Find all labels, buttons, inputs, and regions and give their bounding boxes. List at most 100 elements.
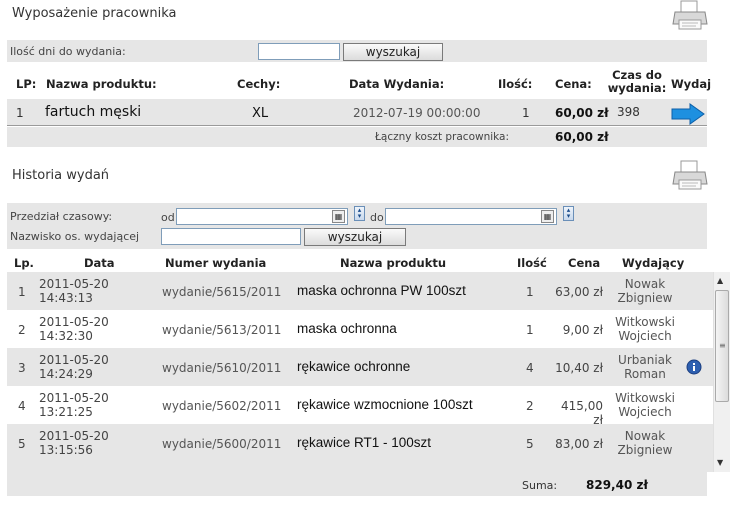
cell-lp: 3 (18, 361, 26, 375)
cell-lp: 5 (18, 437, 26, 451)
calendar-icon[interactable]: ▦ (332, 210, 345, 223)
col-issue-number: Numer wydania (165, 256, 267, 270)
col-product-name: Nazwa produktu (340, 256, 447, 270)
printer-icon[interactable] (672, 160, 708, 190)
col-quantity: Ilość (517, 256, 547, 270)
section-title-equipment: Wyposażenie pracownika (12, 6, 177, 21)
arrow-right-icon[interactable] (671, 103, 705, 125)
issuer-label: Nazwisko os. wydającej (10, 230, 140, 243)
cell-product-name: maska ochronna PW 100szt (297, 283, 466, 298)
to-label: do (370, 211, 384, 224)
cell-issuer-name: Zbigniew (617, 291, 673, 305)
cell-product-name: rękawice RT1 - 100szt (297, 435, 432, 450)
cell-issuer-name: Wojciech (618, 405, 672, 419)
calendar-icon[interactable]: ▦ (541, 210, 554, 223)
cell-quantity: 2 (526, 399, 534, 413)
cell-quantity: 1 (526, 285, 534, 299)
cell-quantity: 1 (522, 106, 530, 120)
cell-product-name: rękawice ochronne (297, 359, 411, 374)
cell-issuer-surname: Witkowski (615, 315, 675, 329)
col-issue: Wydaj (671, 77, 712, 91)
table-row: 1 2011-05-20 14:43:13 wydanie/5615/2011 mask… (7, 272, 713, 310)
cell-date: 2011-05-20 (39, 353, 109, 367)
days-input[interactable] (258, 43, 340, 60)
search-button-equipment[interactable]: wyszukaj (343, 43, 443, 61)
cell-date: 2011-05-20 (39, 315, 109, 329)
table-row: 2 2011-05-20 14:32:30 wydanie/5613/2011 mask… (7, 310, 713, 348)
cell-issuer-surname: Witkowski (615, 391, 675, 405)
table-row-partial (7, 462, 713, 472)
scroll-down-icon[interactable]: ▼ (717, 458, 723, 467)
sum-label: Suma: (522, 479, 558, 492)
table-row: 3 2011-05-20 14:24:29 wydanie/5610/2011 ręka… (7, 348, 713, 386)
col-product-name: Nazwa produktu: (46, 77, 157, 91)
cell-price: 415,00 zł (561, 399, 603, 427)
cell-issuer-surname: Urbaniak (618, 353, 672, 367)
cell-date: 2011-05-20 (39, 277, 109, 291)
cell-issuer-name: Wojciech (618, 329, 672, 343)
cell-time: 14:32:30 (39, 329, 93, 343)
cell-issuer-surname: Nowak (624, 429, 666, 443)
cell-time: 14:24:29 (39, 367, 93, 381)
cell-quantity: 5 (526, 437, 534, 451)
cell-date: 2011-05-20 (39, 391, 109, 405)
date-picker-spinner[interactable]: ▴ ▾ (354, 206, 365, 221)
history-scrollbar[interactable]: ▲ ≡ ▼ (713, 272, 730, 472)
date-picker-spinner[interactable]: ▴ ▾ (563, 206, 574, 221)
info-icon[interactable] (686, 359, 702, 375)
col-quantity: Ilość: (498, 77, 533, 91)
cell-price: 83,00 zł (555, 437, 603, 451)
issuer-input[interactable] (161, 228, 301, 245)
cell-lp: 1 (16, 106, 24, 120)
from-date-input[interactable] (176, 208, 348, 225)
col-issuer: Wydający (622, 256, 685, 270)
cell-issue-number: wydanie/5610/2011 (162, 361, 282, 375)
table-row: 4 2011-05-20 13:21:25 wydanie/5602/2011 ręka… (7, 386, 713, 427)
cell-time: 13:15:56 (39, 443, 93, 457)
cell-issue-number: wydanie/5602/2011 (162, 399, 282, 413)
cell-price: 63,00 zł (555, 285, 603, 299)
col-issue-date: Data Wydania: (349, 77, 445, 91)
col-features: Cechy: (237, 77, 281, 91)
cell-lp: 4 (18, 399, 26, 413)
table-row: 5 2011-05-20 13:15:56 wydanie/5600/2011 ręka… (7, 424, 713, 462)
days-label: Ilość dni do wydania: (10, 45, 126, 58)
col-lp: Lp. (14, 256, 34, 270)
cell-lp: 2 (18, 323, 26, 337)
section-title-history: Historia wydań (12, 168, 110, 183)
cell-price: 10,40 zł (555, 361, 603, 375)
col-date: Data (84, 256, 115, 270)
cell-issuer-name: Zbigniew (617, 443, 673, 457)
cell-price: 9,00 zł (562, 323, 603, 337)
cell-time: 14:43:13 (39, 291, 93, 305)
total-label: Łączny koszt pracownika: (375, 131, 510, 143)
cell-product-name: rękawice wzmocnione 100szt (297, 397, 473, 412)
cell-quantity: 4 (526, 361, 534, 375)
cell-features: XL (252, 106, 269, 121)
cell-issue-number: wydanie/5613/2011 (162, 323, 282, 337)
cell-time: 13:21:25 (39, 405, 93, 419)
cell-time-to-issue: 398 (617, 105, 640, 119)
cell-price: 60,00 zł (555, 106, 609, 120)
cell-issuer-name: Roman (624, 367, 666, 381)
cell-issue-number: wydanie/5600/2011 (162, 437, 282, 451)
cell-issue-number: wydanie/5615/2011 (162, 285, 282, 299)
cell-issue-date: 2012-07-19 00:00:00 (353, 106, 481, 120)
cell-issuer-surname: Nowak (624, 277, 666, 291)
scroll-up-icon[interactable]: ▲ (717, 276, 723, 285)
from-label: od (161, 211, 175, 224)
col-time-to-issue: Czas do wydania: (607, 68, 667, 95)
scroll-thumb[interactable]: ≡ (715, 290, 729, 402)
to-date-input[interactable] (385, 208, 557, 225)
cell-product-name: maska ochronna (297, 321, 397, 336)
col-lp: LP: (16, 77, 37, 91)
range-label: Przedział czasowy: (10, 210, 113, 223)
cell-lp: 1 (18, 285, 26, 299)
total-value: 60,00 zł (555, 130, 609, 144)
search-button-history[interactable]: wyszukaj (304, 228, 406, 246)
cell-date: 2011-05-20 (39, 429, 109, 443)
printer-icon[interactable] (672, 0, 708, 30)
sum-value: 829,40 zł (586, 478, 648, 492)
cell-product-name: fartuch męski (45, 104, 142, 120)
cell-quantity: 1 (526, 323, 534, 337)
